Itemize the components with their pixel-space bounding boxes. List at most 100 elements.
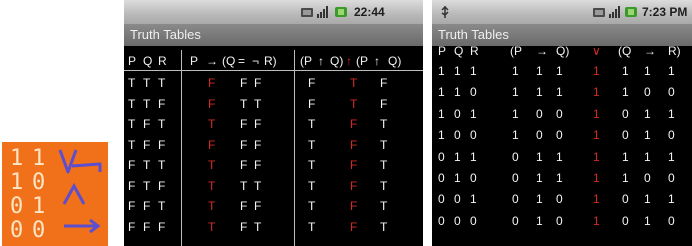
- table-cell: 0: [454, 192, 461, 207]
- table-cell: F: [254, 76, 262, 90]
- table-cell: F: [143, 137, 151, 152]
- header-divider: [124, 70, 423, 71]
- table-cell: 1: [593, 128, 600, 143]
- table-cell: 0: [622, 192, 629, 207]
- table-cell: T: [158, 76, 166, 90]
- column-header: P: [128, 54, 137, 68]
- column-header: ↑: [318, 54, 324, 68]
- table-cell: F: [128, 199, 136, 213]
- table-cell: 1: [454, 64, 461, 78]
- table-cell: F: [240, 199, 248, 213]
- table-cell: T: [128, 96, 136, 111]
- table-cell: 0: [438, 149, 445, 164]
- table-cell: 0: [556, 213, 563, 228]
- column-header: R): [668, 44, 681, 58]
- table-cell: 0: [622, 106, 629, 121]
- table-cell: T: [380, 178, 388, 193]
- table-cell: F: [208, 96, 216, 111]
- table-cell: 1: [470, 192, 477, 207]
- table-cell: 0: [556, 128, 563, 143]
- table-cell: T: [380, 219, 388, 234]
- table-cell: 1: [556, 171, 563, 185]
- table-cell: T: [308, 219, 316, 234]
- usb-icon: [441, 5, 449, 18]
- table-cell: 0: [536, 128, 543, 143]
- table-cell: T: [143, 96, 151, 111]
- column-header: (P: [356, 54, 368, 68]
- table-cell: 1: [644, 64, 651, 78]
- table-cell: 0: [512, 149, 519, 164]
- table-cell: F: [254, 137, 262, 152]
- table-cell: 0: [470, 128, 477, 143]
- logic-symbols-icon: [58, 149, 102, 234]
- table-cell: 1: [622, 149, 629, 164]
- table-cell: F: [143, 219, 151, 234]
- column-header: ↑: [374, 54, 380, 68]
- table-cell: 1: [470, 149, 477, 164]
- table-cell: 1: [470, 64, 477, 78]
- column-header: (Q: [618, 44, 632, 58]
- table-cell: 1: [622, 85, 629, 100]
- column-header: R): [264, 54, 277, 68]
- table-cell: 1: [454, 149, 461, 164]
- column-header: (P: [510, 44, 522, 58]
- table-cell: F: [240, 117, 248, 131]
- table-cell: F: [158, 137, 166, 152]
- table-cell: 1: [536, 85, 543, 100]
- app-title-bar: Truth Tables: [432, 24, 692, 46]
- table-cell: F: [350, 199, 358, 213]
- table-cell: 0: [512, 171, 519, 185]
- table-cell: 1: [668, 192, 675, 207]
- table-cell: 0: [438, 213, 445, 228]
- table-cell: 0: [668, 85, 675, 100]
- table-cell: F: [350, 178, 358, 193]
- table-cell: F: [308, 96, 316, 111]
- table-cell: 0: [470, 213, 477, 228]
- table-cell: 1: [593, 64, 600, 78]
- table-cell: T: [208, 199, 216, 213]
- column-header: R: [158, 54, 167, 68]
- column-divider: [181, 50, 182, 246]
- table-cell: 1: [470, 106, 477, 121]
- battery-icon: [625, 7, 637, 17]
- table-cell: 1: [512, 64, 519, 78]
- column-header: ∨: [592, 44, 601, 58]
- table-cell: F: [143, 199, 151, 213]
- table-cell: F: [254, 158, 262, 172]
- sd-card-icon: [301, 8, 313, 17]
- table-cell: F: [208, 137, 216, 152]
- and-icon: [62, 182, 86, 205]
- column-header: =: [238, 54, 246, 68]
- table-cell: 0: [470, 85, 477, 100]
- table-cell: 0: [438, 192, 445, 207]
- table-cell: 0: [644, 85, 651, 100]
- table-cell: T: [254, 96, 262, 111]
- table-cell: 0: [512, 192, 519, 207]
- column-header: ↑: [346, 54, 352, 68]
- table-cell: 0: [470, 171, 477, 185]
- table-cell: F: [350, 137, 358, 152]
- table-cell: T: [128, 76, 136, 90]
- table-cell: F: [254, 199, 262, 213]
- table-cell: 1: [536, 192, 543, 207]
- app-title-bar: Truth Tables: [124, 24, 423, 46]
- table-cell: 0: [622, 128, 629, 143]
- table-cell: 1: [668, 106, 675, 121]
- table-cell: T: [143, 178, 151, 193]
- table-cell: F: [158, 96, 166, 111]
- table-cell: 0: [668, 128, 675, 143]
- table-cell: F: [380, 96, 388, 111]
- column-header: R: [470, 44, 479, 58]
- table-cell: T: [308, 178, 316, 193]
- table-cell: T: [240, 96, 248, 111]
- table-cell: F: [350, 117, 358, 131]
- table-cell: 1: [593, 171, 600, 185]
- truth-table-screen-tf: 22:44 Truth Tables P Q R P → (Q = ¬ R) (P ↑ Q) ↑ (P ↑ Q…: [124, 0, 423, 246]
- table-cell: 0: [644, 171, 651, 185]
- table-cell: 1: [512, 106, 519, 121]
- table-cell: T: [208, 178, 216, 193]
- table-cell: 0: [454, 213, 461, 228]
- sd-card-icon: [593, 8, 605, 17]
- table-cell: 0: [556, 192, 563, 207]
- table-cell: T: [350, 76, 358, 90]
